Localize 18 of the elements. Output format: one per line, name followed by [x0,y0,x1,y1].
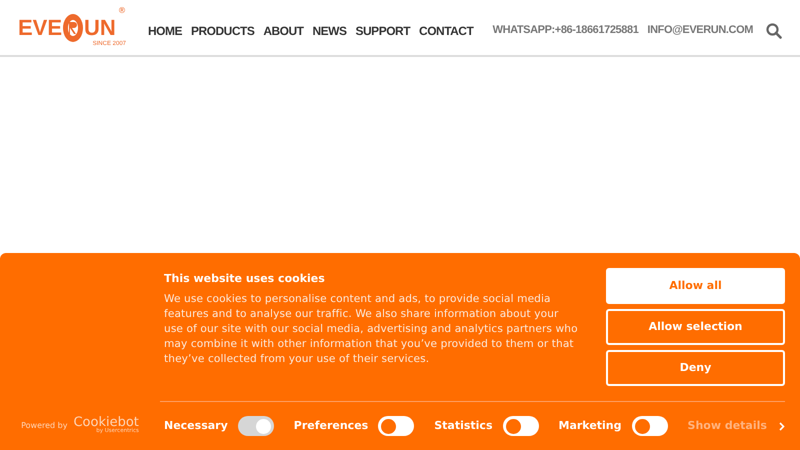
nav-link[interactable]: PRODUCTS [191,22,254,40]
toggle-label: Marketing [558,418,622,434]
nav-link[interactable]: ABOUT [263,22,304,40]
toggle-label: Statistics [434,418,492,434]
toggle-label: Preferences [294,418,368,434]
registered-mark: ® [118,6,126,14]
banner-title: This website uses cookies [164,271,326,287]
nav-link[interactable]: HOME [148,22,182,40]
powered-by-text: Powered by [21,420,68,432]
logo-text: EVE [18,16,62,38]
nav-link[interactable]: SUPPORT [356,22,410,40]
nav-link[interactable]: CONTACT [419,22,474,40]
toggle-label: Necessary [164,418,228,434]
banner-text: We use cookies to personalise content and ads, to provide social media features and to analyse our traffic. We also share information about your use of our site with our social media, advertising and analytics partners who may combine it with other information that you’ve provided to them or that they’ve collected from your use of their services. [164,292,579,366]
whatsapp-number: WHATSAPP:+86-18661725881 [492,23,638,38]
logo-text: UN [84,16,116,38]
email-link[interactable]: INFO@EVERUN.COM [647,22,753,39]
nav-link[interactable]: NEWS [312,22,347,40]
